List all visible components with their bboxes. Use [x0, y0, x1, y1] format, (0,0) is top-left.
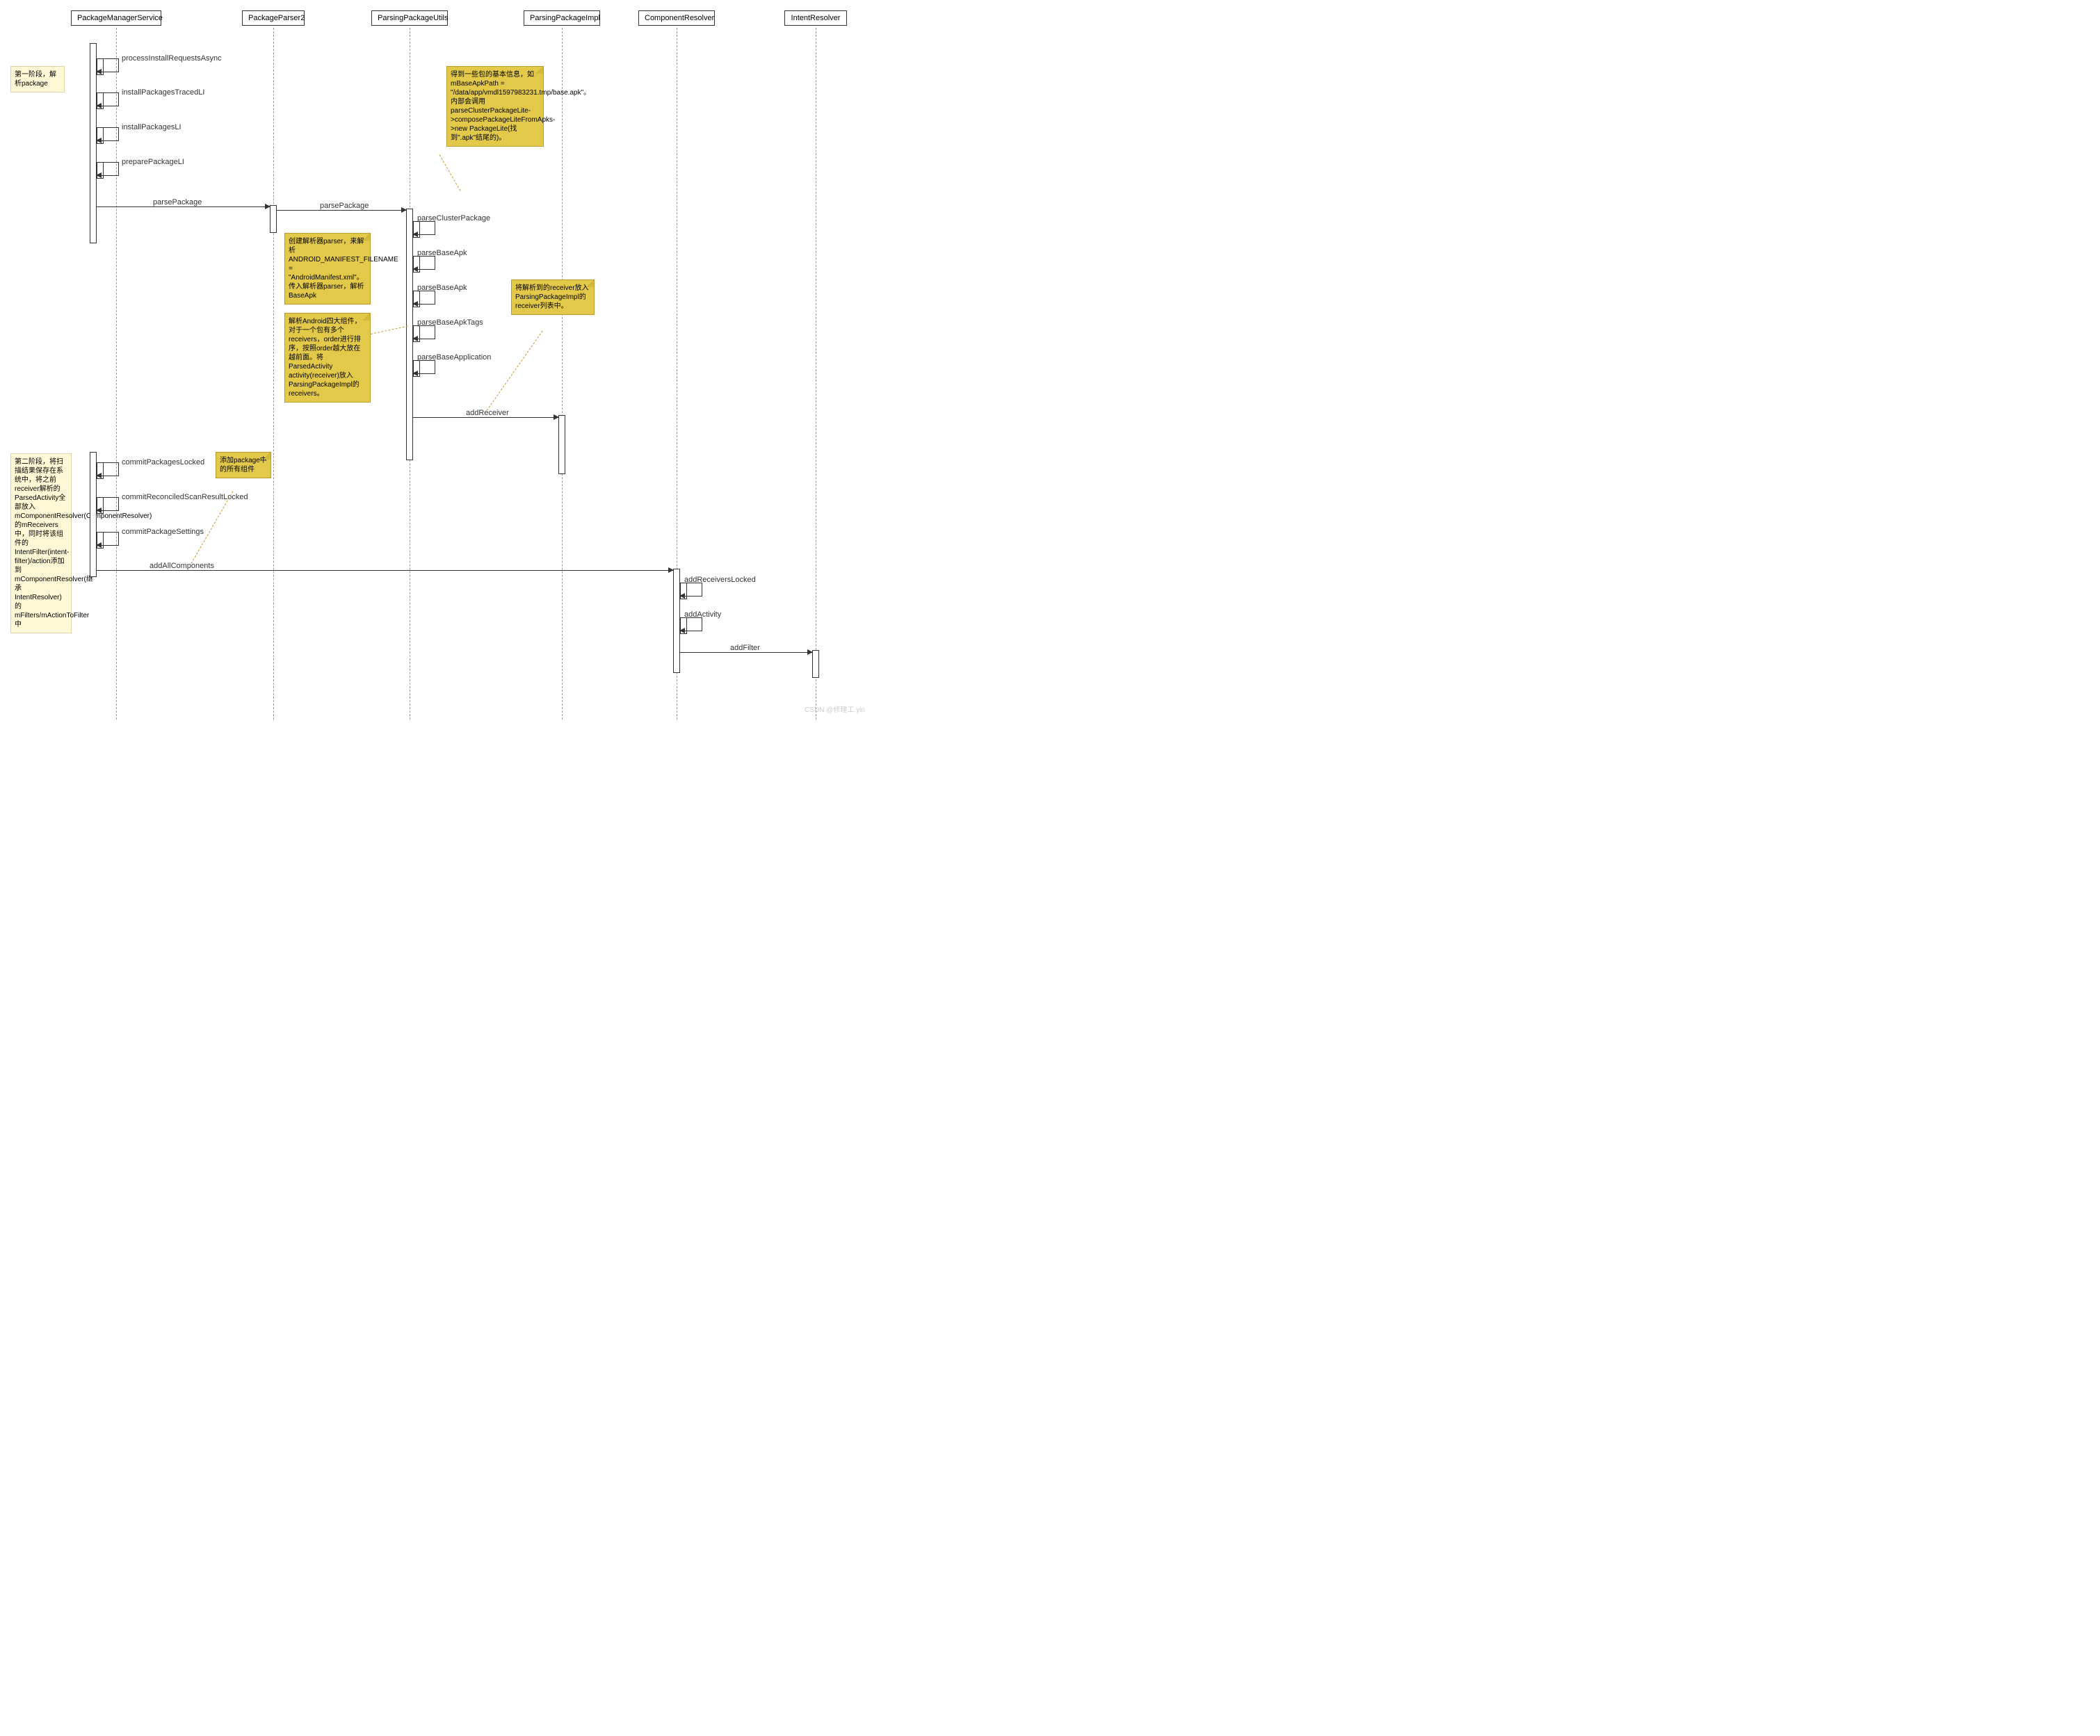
self-msg-m13: [97, 462, 119, 476]
self-msg-m18: [680, 617, 702, 631]
note-n1: 得到一些包的基本信息，如mBaseApkPath = "/data/app/vm…: [446, 66, 544, 147]
activation-cr: [673, 569, 680, 673]
lifeline-head-ppu: ParsingPackageUtils: [371, 10, 448, 26]
watermark: CSDN @修理工.yin: [805, 704, 865, 714]
note-n5: 添加package中的所有组件: [216, 452, 271, 478]
msg-label-m15: commitPackageSettings: [122, 528, 204, 536]
lifeline-pp2: [273, 28, 274, 720]
msg-label-m2: installPackagesTracedLI: [122, 88, 204, 97]
note-text: 创建解析器parser，来解析ANDROID_MANIFEST_FILENAME…: [289, 238, 398, 300]
msg-label-m11: parseBaseApplication: [417, 353, 491, 362]
msg-label-m10: parseBaseApkTags: [417, 318, 483, 327]
note-n2: 创建解析器parser，来解析ANDROID_MANIFEST_FILENAME…: [284, 233, 371, 305]
self-msg-m3: [97, 127, 119, 141]
activation-ppu: [406, 209, 413, 460]
self-msg-m4: [97, 162, 119, 176]
msg-label-m4: preparePackageLI: [122, 158, 184, 166]
arrow-m12: [413, 417, 558, 418]
side-note-phase2: 第二阶段，将扫描结果保存在系统中，将之前receiver解析的ParsedAct…: [10, 453, 72, 633]
activation-ppi: [558, 415, 565, 474]
self-msg-m9: [413, 291, 435, 305]
arrow-m19: [680, 652, 812, 653]
msg-label-m5: parsePackage: [153, 198, 202, 206]
activation-pp2: [270, 205, 277, 233]
msg-label-m18: addActivity: [684, 610, 721, 619]
self-msg-m11: [413, 360, 435, 374]
link-n4: [487, 331, 543, 411]
msg-label-m7: parseClusterPackage: [417, 214, 490, 222]
note-text: 解析Android四大组件，对于一个包有多个receivers，order进行排…: [289, 318, 361, 398]
arrow-m16: [97, 570, 673, 571]
msg-label-m1: processInstallRequestsAsync: [122, 54, 222, 63]
lifeline-head-pms: PackageManagerService: [71, 10, 161, 26]
link-n1: [439, 154, 461, 190]
self-msg-m2: [97, 92, 119, 106]
arrow-m6: [277, 210, 406, 211]
note-text: 添加package中的所有组件: [220, 457, 267, 473]
self-msg-m15: [97, 532, 119, 546]
self-msg-m14: [97, 497, 119, 511]
note-n3: 解析Android四大组件，对于一个包有多个receivers，order进行排…: [284, 313, 371, 403]
note-text: 将解析到的receiver放入ParsingPackageImpl的receiv…: [515, 284, 589, 310]
msg-label-m13: commitPackagesLocked: [122, 458, 204, 467]
side-note-phase1: 第一阶段，解析package: [10, 66, 65, 92]
activation-ir: [812, 650, 819, 678]
self-msg-m17: [680, 583, 702, 597]
msg-label-m17: addReceiversLocked: [684, 576, 756, 584]
link-n3: [371, 326, 408, 334]
msg-label-m9: parseBaseApk: [417, 284, 467, 292]
activation-pms-2: [90, 452, 97, 577]
lifeline-head-cr: ComponentResolver: [638, 10, 715, 26]
note-text: 得到一些包的基本信息，如mBaseApkPath = "/data/app/vm…: [451, 71, 590, 142]
msg-label-m6: parsePackage: [320, 202, 369, 210]
arrow-m5: [97, 206, 270, 207]
lifeline-head-ir: IntentResolver: [784, 10, 847, 26]
msg-label-m16: addAllComponents: [150, 562, 214, 570]
lifeline-head-ppi: ParsingPackageImpl: [524, 10, 600, 26]
self-msg-m7: [413, 221, 435, 235]
self-msg-m1: [97, 58, 119, 72]
msg-label-m8: parseBaseApk: [417, 249, 467, 257]
self-msg-m8: [413, 256, 435, 270]
msg-label-m19: addFilter: [730, 644, 760, 652]
note-n4: 将解析到的receiver放入ParsingPackageImpl的receiv…: [511, 279, 595, 315]
lifeline-head-pp2: PackageParser2: [242, 10, 305, 26]
lifeline-ppi: [562, 28, 563, 720]
self-msg-m10: [413, 325, 435, 339]
msg-label-m3: installPackagesLI: [122, 123, 181, 131]
